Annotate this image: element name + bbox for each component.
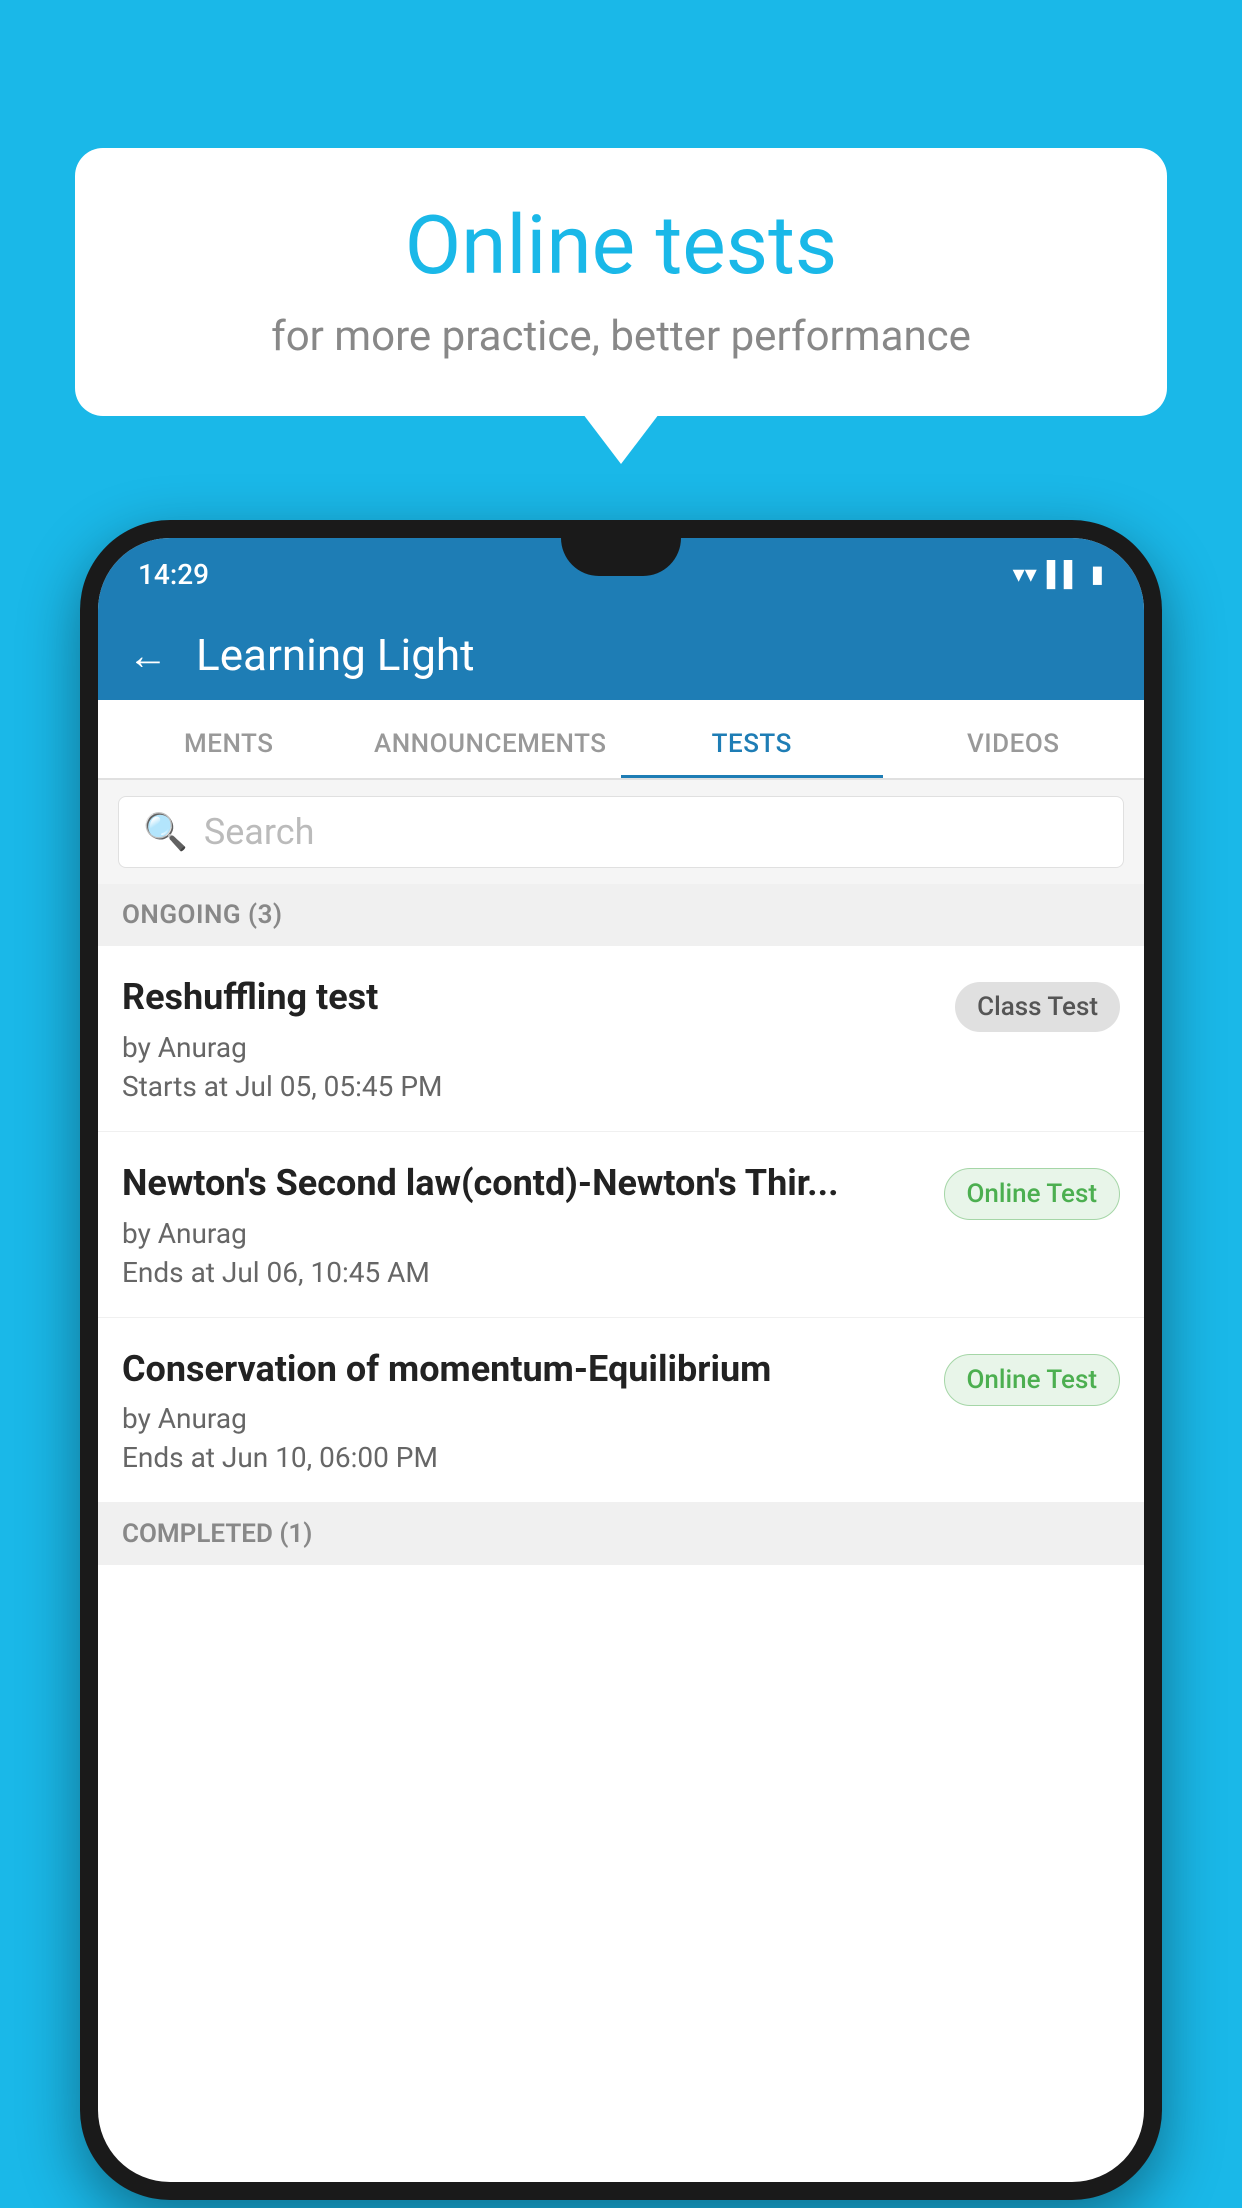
test-author-1: by Anurag: [122, 1031, 935, 1064]
tab-announcements[interactable]: ANNOUNCEMENTS: [360, 729, 622, 778]
test-author-3: by Anurag: [122, 1402, 924, 1435]
status-icons: ▾▾ ▌▌ ▮: [1013, 560, 1104, 589]
test-info-1: Reshuffling test by Anurag Starts at Jul…: [122, 974, 955, 1103]
app-title: Learning Light: [196, 629, 475, 681]
ongoing-section-header: ONGOING (3): [98, 884, 1144, 946]
test-item-3[interactable]: Conservation of momentum-Equilibrium by …: [98, 1318, 1144, 1504]
test-date-3: Ends at Jun 10, 06:00 PM: [122, 1441, 924, 1474]
test-title-1: Reshuffling test: [122, 974, 935, 1021]
completed-section-header: COMPLETED (1): [98, 1503, 1144, 1565]
test-title-3: Conservation of momentum-Equilibrium: [122, 1346, 924, 1393]
test-date-2: Ends at Jul 06, 10:45 AM: [122, 1256, 924, 1289]
notch-cutout: [561, 538, 681, 576]
tab-tests[interactable]: TESTS: [621, 729, 883, 778]
status-time: 14:29: [138, 558, 209, 591]
search-bar[interactable]: 🔍 Search: [118, 796, 1124, 868]
speech-bubble: Online tests for more practice, better p…: [75, 148, 1167, 416]
search-icon: 🔍: [143, 811, 188, 853]
tabs-bar: MENTS ANNOUNCEMENTS TESTS VIDEOS: [98, 700, 1144, 780]
test-author-2: by Anurag: [122, 1217, 924, 1250]
test-badge-3: Online Test: [944, 1354, 1121, 1406]
search-placeholder: Search: [204, 811, 315, 853]
tab-ments[interactable]: MENTS: [98, 729, 360, 778]
phone-frame: 14:29 ▾▾ ▌▌ ▮ ← Learning Light MENTS: [80, 520, 1162, 2200]
test-badge-2: Online Test: [944, 1168, 1121, 1220]
signal-icon: ▌▌: [1047, 560, 1081, 589]
phone-wrapper: 14:29 ▾▾ ▌▌ ▮ ← Learning Light MENTS: [80, 520, 1162, 2200]
test-item-1[interactable]: Reshuffling test by Anurag Starts at Jul…: [98, 946, 1144, 1132]
search-container: 🔍 Search: [98, 780, 1144, 884]
bubble-subtitle: for more practice, better performance: [135, 312, 1107, 361]
wifi-icon: ▾▾: [1013, 560, 1037, 588]
test-badge-1: Class Test: [955, 982, 1120, 1032]
test-info-3: Conservation of momentum-Equilibrium by …: [122, 1346, 944, 1475]
test-title-2: Newton's Second law(contd)-Newton's Thir…: [122, 1160, 924, 1207]
status-bar: 14:29 ▾▾ ▌▌ ▮: [98, 538, 1144, 610]
bubble-title: Online tests: [135, 198, 1107, 294]
test-info-2: Newton's Second law(contd)-Newton's Thir…: [122, 1160, 944, 1289]
app-header: ← Learning Light: [98, 610, 1144, 700]
phone-screen: 14:29 ▾▾ ▌▌ ▮ ← Learning Light MENTS: [98, 538, 1144, 2182]
back-button[interactable]: ←: [128, 632, 168, 679]
test-date-1: Starts at Jul 05, 05:45 PM: [122, 1070, 935, 1103]
battery-icon: ▮: [1091, 560, 1104, 588]
test-item-2[interactable]: Newton's Second law(contd)-Newton's Thir…: [98, 1132, 1144, 1318]
tab-videos[interactable]: VIDEOS: [883, 729, 1145, 778]
